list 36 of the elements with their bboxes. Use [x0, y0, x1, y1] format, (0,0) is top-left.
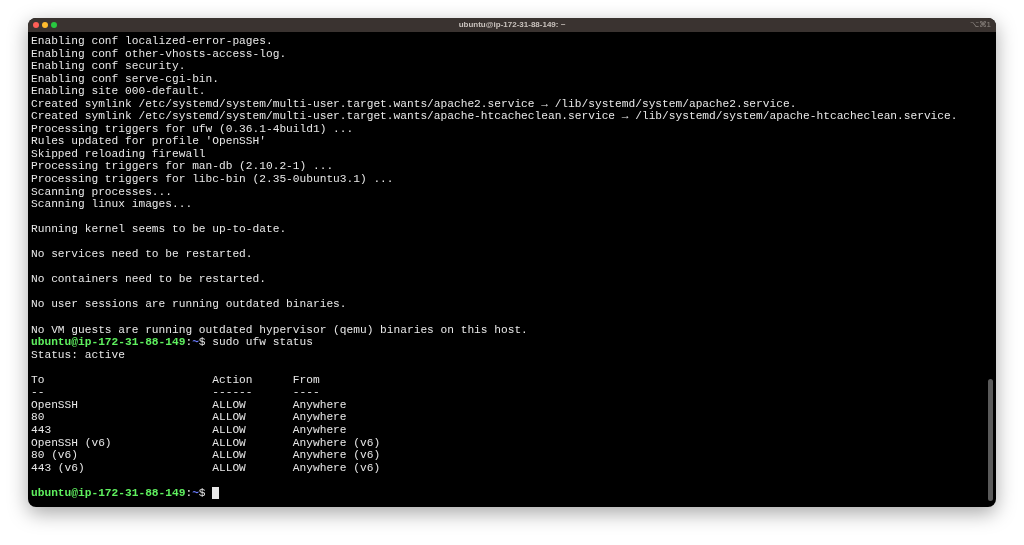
output-line: OpenSSH (v6) ALLOW Anywhere (v6): [31, 436, 381, 450]
output-line: Status: active: [31, 348, 125, 362]
prompt-line: ubuntu@ip-172-31-88-149:~$: [31, 486, 206, 500]
output-line: 443 (v6) ALLOW Anywhere (v6): [31, 461, 381, 475]
zoom-button[interactable]: [51, 22, 57, 28]
output-line: 80 ALLOW Anywhere: [31, 411, 347, 424]
window-title: ubuntu@ip-172-31-88-149: ~: [458, 21, 566, 29]
output-line: Created symlink /etc/systemd/system/multi-user.target.wants/apache-htcacheclean.service → /lib/systemd/system/apache-htcacheclean.service.: [31, 110, 958, 123]
prompt-line: ubuntu@ip-172-31-88-149:~$ sudo ufw status: [31, 336, 313, 349]
output-line: Enabling conf localized-error-pages.: [31, 35, 273, 48]
output-line: Processing triggers for ufw (0.36.1-4build1) ...: [31, 122, 354, 136]
output-line: Rules updated for profile 'OpenSSH': [31, 135, 266, 148]
output-line: Processing triggers for libc-bin (2.35-0ubuntu3.1) ...: [31, 173, 394, 186]
scrollbar-thumb[interactable]: [988, 379, 993, 501]
output-line: Enabling conf other-vhosts-access-log.: [31, 47, 287, 61]
output-line: Enabling conf serve-cgi-bin.: [31, 72, 219, 86]
output-line: -- ------ ----: [31, 386, 320, 399]
output-line: Processing triggers for man-db (2.10.2-1) ...: [31, 160, 334, 173]
output-line: Enabling site 000-default.: [31, 85, 206, 98]
output-line: No VM guests are running outdated hypervisor (qemu) binaries on this host.: [31, 323, 528, 337]
output-line: Scanning processes...: [31, 185, 172, 199]
minimize-button[interactable]: [42, 22, 48, 28]
output-line: Skipped reloading firewall: [31, 147, 206, 161]
output-line: No services need to be restarted.: [31, 248, 253, 261]
output-line: Scanning linux images...: [31, 198, 193, 211]
output-line: No containers need to be restarted.: [31, 273, 266, 286]
output-line: 443 ALLOW Anywhere: [31, 423, 347, 437]
output-line: To Action From: [31, 373, 320, 387]
output-line: No user sessions are running outdated binaries.: [31, 298, 347, 312]
output-line: Enabling conf security.: [31, 60, 186, 73]
output-line: Running kernel seems to be up-to-date.: [31, 223, 287, 236]
shortcut-label: ⌥⌘1: [969, 21, 991, 29]
output-line: Created symlink /etc/systemd/system/multi-user.target.wants/apache2.service → /lib/systemd/system/apache2.service.: [31, 97, 797, 111]
output-line: OpenSSH ALLOW Anywhere: [31, 398, 347, 412]
output-line: 80 (v6) ALLOW Anywhere (v6): [31, 449, 381, 462]
close-button[interactable]: [33, 22, 39, 28]
